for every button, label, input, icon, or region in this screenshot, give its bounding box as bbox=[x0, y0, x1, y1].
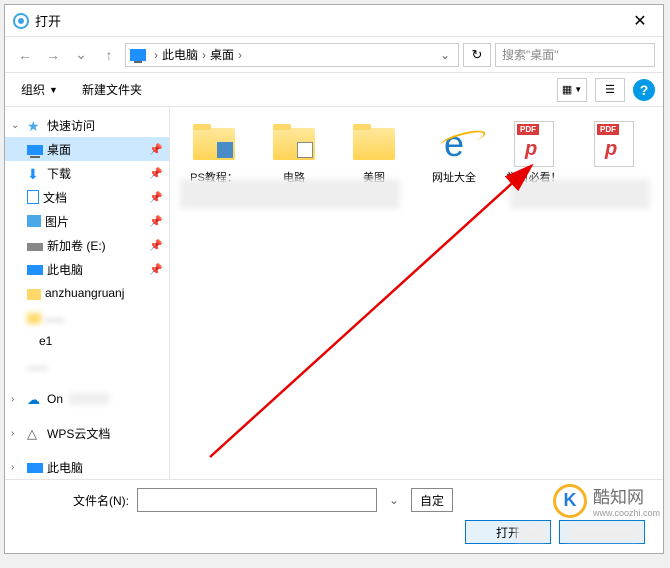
window-title: 打开 bbox=[35, 11, 617, 30]
filename-label: 文件名(N): bbox=[19, 492, 129, 509]
toolbar: 组织▼ 新建文件夹 ▦▼ ☰ ? bbox=[5, 73, 663, 107]
watermark: K 酷知网 www.coozhi.com bbox=[553, 483, 660, 518]
cancel-button[interactable] bbox=[559, 520, 645, 544]
sidebar: ⌄ ★ 快速访问 桌面 📌 ⬇ 下载 📌 文档 📌 图片 bbox=[5, 107, 170, 479]
watermark-icon: K bbox=[553, 484, 587, 518]
pin-icon: 📌 bbox=[149, 167, 163, 180]
sidebar-item-drive-e[interactable]: 新加卷 (E:) 📌 bbox=[5, 233, 169, 257]
chevron-right-icon: › bbox=[11, 462, 23, 473]
drive-icon bbox=[27, 243, 43, 251]
breadcrumb[interactable]: › 此电脑 › 桌面 › ⌄ bbox=[125, 43, 459, 67]
crumb-desktop[interactable]: 桌面 bbox=[210, 46, 234, 63]
folder-icon bbox=[353, 128, 395, 160]
folder-icon bbox=[27, 313, 41, 324]
file-pane[interactable]: PS教程： 电路 美图 e 网址大全 学员必看！ bbox=[170, 107, 663, 479]
picture-icon bbox=[27, 215, 41, 227]
titlebar: 打开 ✕ bbox=[5, 5, 663, 37]
dialog-body: ⌄ ★ 快速访问 桌面 📌 ⬇ 下载 📌 文档 📌 图片 bbox=[5, 107, 663, 479]
pdf-icon bbox=[594, 121, 634, 167]
folder-icon bbox=[273, 128, 315, 160]
sidebar-item-documents[interactable]: 文档 📌 bbox=[5, 185, 169, 209]
refresh-button[interactable]: ↻ bbox=[463, 43, 491, 67]
app-icon bbox=[13, 13, 29, 29]
organize-button[interactable]: 组织▼ bbox=[13, 77, 66, 102]
chevron-down-icon: ⌄ bbox=[11, 120, 23, 131]
pin-icon: 📌 bbox=[149, 215, 163, 228]
crumb-this-pc[interactable]: 此电脑 bbox=[162, 46, 198, 63]
sidebar-item-e1[interactable]: e1 bbox=[5, 329, 169, 353]
star-icon: ★ bbox=[27, 118, 43, 132]
watermark-url: www.coozhi.com bbox=[593, 508, 660, 518]
forward-button[interactable]: → bbox=[41, 43, 65, 67]
navbar: ← → ⌄ ↑ › 此电脑 › 桌面 › ⌄ ↻ 搜索"桌面" bbox=[5, 37, 663, 73]
chevron-right-icon: › bbox=[202, 48, 206, 62]
file-filter-dropdown[interactable]: 自定 bbox=[411, 488, 453, 512]
search-input[interactable]: 搜索"桌面" bbox=[495, 43, 655, 67]
chevron-down-icon[interactable]: ⌄ bbox=[69, 43, 93, 67]
pin-icon: 📌 bbox=[149, 263, 163, 276]
watermark-text: 酷知网 bbox=[593, 483, 660, 508]
sidebar-item-desktop[interactable]: 桌面 📌 bbox=[5, 137, 169, 161]
sidebar-item-anzhuang[interactable]: anzhuangruanj bbox=[5, 281, 169, 305]
pc-icon bbox=[130, 49, 146, 61]
cloud-icon: ☁ bbox=[27, 392, 43, 406]
desktop-icon bbox=[27, 145, 43, 155]
chevron-right-icon: › bbox=[238, 48, 242, 62]
help-button[interactable]: ? bbox=[633, 79, 655, 101]
view-icons-button[interactable]: ▦▼ bbox=[557, 78, 587, 102]
file-item-ie[interactable]: e 网址大全 bbox=[418, 119, 490, 189]
download-icon: ⬇ bbox=[27, 166, 43, 180]
sidebar-item-blurred[interactable]: ...... bbox=[5, 353, 169, 377]
chevron-down-icon[interactable]: ⌄ bbox=[385, 493, 403, 507]
sidebar-item-wps[interactable]: › △ WPS云文档 bbox=[5, 421, 169, 445]
pin-icon: 📌 bbox=[149, 239, 163, 252]
chevron-right-icon: › bbox=[154, 48, 158, 62]
sidebar-item-onedrive[interactable]: › ☁ On bbox=[5, 387, 169, 411]
sidebar-item-this-pc[interactable]: 此电脑 📌 bbox=[5, 257, 169, 281]
back-button[interactable]: ← bbox=[13, 43, 37, 67]
open-button[interactable]: 打开 bbox=[465, 520, 551, 544]
sidebar-item-pictures[interactable]: 图片 📌 bbox=[5, 209, 169, 233]
filename-input[interactable] bbox=[137, 488, 377, 512]
sidebar-item-quick-access[interactable]: ⌄ ★ 快速访问 bbox=[5, 113, 169, 137]
ie-icon: e bbox=[444, 123, 464, 165]
new-folder-button[interactable]: 新建文件夹 bbox=[74, 77, 150, 102]
chevron-right-icon: › bbox=[11, 428, 23, 439]
wps-icon: △ bbox=[27, 426, 43, 440]
view-list-button[interactable]: ☰ bbox=[595, 78, 625, 102]
folder-icon bbox=[193, 128, 235, 160]
up-button[interactable]: ↑ bbox=[97, 43, 121, 67]
sidebar-item-downloads[interactable]: ⬇ 下载 📌 bbox=[5, 161, 169, 185]
folder-icon bbox=[27, 289, 41, 300]
document-icon bbox=[27, 190, 39, 204]
pin-icon: 📌 bbox=[149, 191, 163, 204]
open-dialog: 打开 ✕ ← → ⌄ ↑ › 此电脑 › 桌面 › ⌄ ↻ 搜索"桌面" 组织▼… bbox=[4, 4, 664, 554]
pc-icon bbox=[27, 463, 43, 473]
pin-icon: 📌 bbox=[149, 143, 163, 156]
sidebar-item-blurred[interactable]: ...... bbox=[5, 305, 169, 329]
pdf-icon bbox=[514, 121, 554, 167]
chevron-right-icon: › bbox=[11, 394, 23, 405]
pc-icon bbox=[27, 265, 43, 275]
sidebar-item-this-pc-2[interactable]: › 此电脑 bbox=[5, 455, 169, 479]
close-button[interactable]: ✕ bbox=[617, 5, 663, 37]
breadcrumb-dropdown[interactable]: ⌄ bbox=[436, 48, 454, 62]
